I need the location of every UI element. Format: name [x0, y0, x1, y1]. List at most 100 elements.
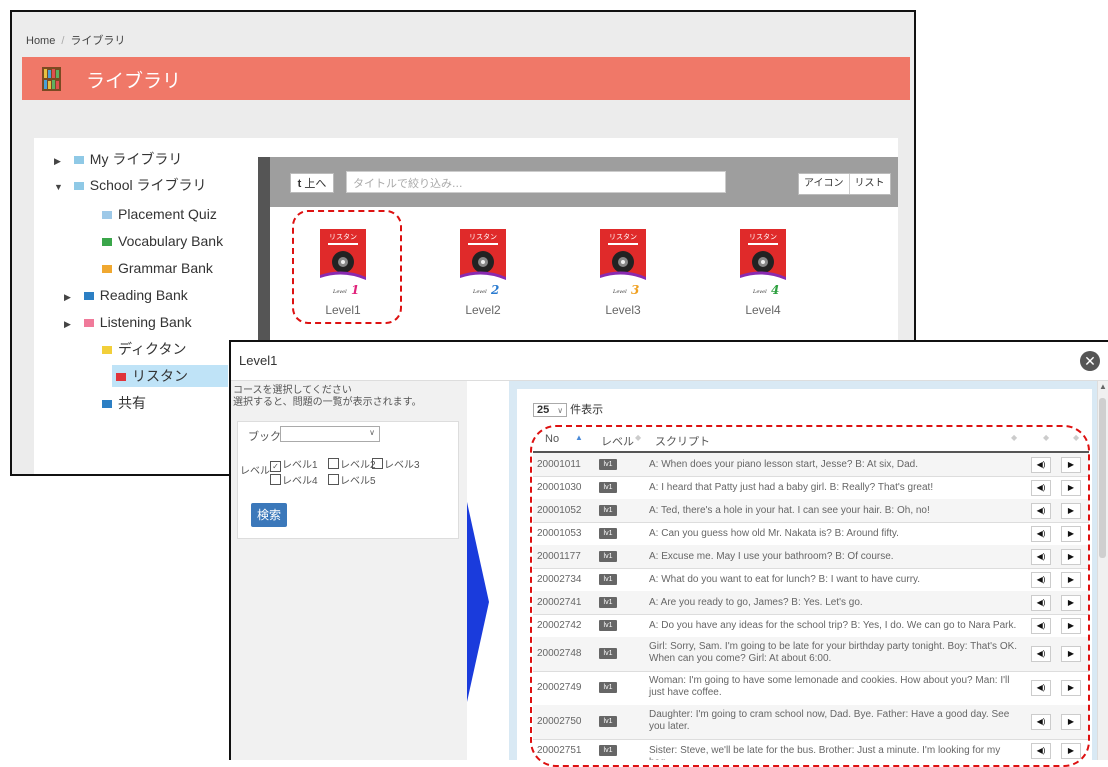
course-select-panel: コースを選択してください 選択すると、問題の一覧が表示されます。 ブック ∨ レ…	[231, 381, 467, 760]
course-hint: コースを選択してください 選択すると、問題の一覧が表示されます。	[233, 385, 422, 409]
level-checkbox-label: レベル5	[340, 476, 376, 487]
tree-item[interactable]: ▶ Listening Bank	[64, 311, 192, 333]
level-label: レベル	[240, 466, 270, 477]
folder-icon	[73, 182, 84, 191]
level-checkbox[interactable]: ✓ レベル1	[270, 456, 318, 472]
per-page-value: 25	[537, 404, 550, 416]
checkbox-checked-icon: ✓	[270, 461, 281, 472]
tree-item-label: Placement Quiz	[118, 206, 217, 222]
highlight-level1	[292, 210, 402, 324]
checkbox-icon	[328, 474, 339, 485]
view-toggle: アイコン リスト	[798, 173, 891, 195]
tree-item-label: 共有	[118, 395, 146, 411]
level-checkbox-label: レベル2	[340, 460, 376, 471]
up-button[interactable]: t 上へ	[290, 173, 334, 193]
svg-text:Level: Level	[612, 289, 627, 295]
book-label: Level3	[605, 303, 641, 317]
book-cover-icon: リスタン Level 4	[740, 229, 786, 299]
checkbox-icon	[328, 458, 339, 469]
book-level-number: 2	[490, 283, 499, 297]
tree-item[interactable]: ディクタン	[102, 338, 186, 360]
folder-icon	[73, 156, 84, 165]
chevron-down-icon: ∨	[369, 428, 375, 437]
breadcrumb-separator: /	[61, 35, 65, 47]
level-checkbox[interactable]: レベル4	[270, 472, 318, 487]
folder-icon	[102, 211, 112, 220]
svg-text:Level: Level	[752, 289, 767, 295]
tree-item-label: Reading Bank	[99, 287, 188, 303]
tree-item[interactable]: 共有	[102, 392, 146, 414]
scrollbar-thumb[interactable]	[1099, 398, 1106, 558]
folder-icon	[102, 238, 112, 247]
chevron-down-icon: ∨	[557, 406, 564, 415]
page-header: ライブラリ	[22, 57, 910, 100]
book-item[interactable]: リスタン Level 4 Level4	[718, 229, 808, 317]
book-select[interactable]: ∨	[280, 426, 380, 442]
tree-item-label: Listening Bank	[99, 314, 192, 330]
per-page-select[interactable]: 25 ∨	[533, 403, 568, 417]
book-item[interactable]: リスタン Level 3 Level3	[578, 229, 668, 317]
tree-item-label: Grammar Bank	[118, 260, 213, 276]
tree-item[interactable]: ▶ My ライブラリ	[54, 148, 182, 170]
hint-line-2: 選択すると、問題の一覧が表示されます。	[233, 397, 422, 408]
book-cover-title: リスタン	[749, 232, 777, 241]
scroll-up-icon[interactable]: ▲	[1099, 382, 1107, 391]
breadcrumb-current: ライブラリ	[70, 35, 126, 47]
level-checkbox[interactable]: レベル2	[328, 456, 376, 471]
book-item[interactable]: リスタン Level 2 Level2	[438, 229, 528, 317]
tree-item-label: School ライブラリ	[89, 177, 207, 193]
book-level-number: 4	[771, 283, 779, 297]
checkbox-icon	[372, 458, 383, 469]
book-cover-title: リスタン	[469, 232, 497, 241]
view-list-button[interactable]: リスト	[848, 174, 890, 194]
book-level-number: 3	[631, 283, 639, 297]
level-checkbox-label: レベル3	[384, 460, 420, 471]
arrow-right-icon	[467, 502, 489, 702]
breadcrumb-home[interactable]: Home	[26, 35, 55, 47]
book-label: ブック	[248, 431, 281, 443]
tree-item-label: My ライブラリ	[89, 151, 183, 167]
library-toolbar: t 上へ タイトルで絞り込み... アイコン リスト	[270, 157, 898, 207]
per-page-suffix: 件表示	[570, 404, 604, 416]
highlight-question-list	[530, 425, 1090, 767]
folder-icon	[102, 346, 112, 355]
tree-item-label: Vocabulary Bank	[118, 233, 224, 249]
tree-item[interactable]: ▶ Reading Bank	[64, 284, 188, 306]
up-button-label: 上へ	[304, 178, 327, 190]
folder-icon	[83, 319, 94, 328]
up-arrow-icon: t	[297, 178, 302, 190]
level-checkbox[interactable]: レベル5	[328, 472, 376, 487]
book-label: Level2	[465, 303, 501, 317]
page-title: ライブラリ	[86, 71, 182, 92]
level-checkbox-label: レベル4	[282, 476, 318, 487]
per-page-control: 25 ∨ 件表示	[533, 401, 603, 417]
tree-item[interactable]: ▼ School ライブラリ	[54, 174, 206, 196]
modal-title: Level1	[239, 353, 278, 368]
level-checkbox[interactable]: レベル3	[372, 456, 420, 471]
caret-down-icon[interactable]: ▼	[54, 176, 66, 198]
tree-item[interactable]: リスタン	[112, 365, 228, 387]
hint-line-1: コースを選択してください	[233, 385, 352, 396]
book-cover-icon: リスタン Level 2	[460, 229, 506, 299]
folder-icon	[116, 373, 126, 382]
folder-icon	[83, 292, 94, 301]
level-checkbox-label: レベル1	[282, 460, 318, 471]
modal-header: Level1 ✕	[231, 342, 1108, 381]
tree-item-label: リスタン	[132, 368, 188, 384]
view-icon-button[interactable]: アイコン	[799, 174, 849, 194]
caret-right-icon[interactable]: ▶	[54, 150, 66, 172]
svg-text:Level: Level	[472, 289, 487, 295]
close-icon[interactable]: ✕	[1080, 351, 1100, 371]
caret-right-icon[interactable]: ▶	[64, 313, 76, 335]
title-filter-input[interactable]: タイトルで絞り込み...	[346, 171, 726, 193]
tree-item[interactable]: Placement Quiz	[102, 203, 217, 225]
tree-item[interactable]: Vocabulary Bank	[102, 230, 223, 252]
search-button[interactable]: 検索	[251, 503, 287, 527]
breadcrumb: Home / ライブラリ	[26, 32, 125, 48]
checkbox-icon	[270, 474, 281, 485]
book-label: Level4	[745, 303, 781, 317]
caret-right-icon[interactable]: ▶	[64, 286, 76, 308]
book-cover-icon: リスタン Level 3	[600, 229, 646, 299]
tree-item[interactable]: Grammar Bank	[102, 257, 213, 279]
bookshelf-icon	[42, 67, 61, 91]
